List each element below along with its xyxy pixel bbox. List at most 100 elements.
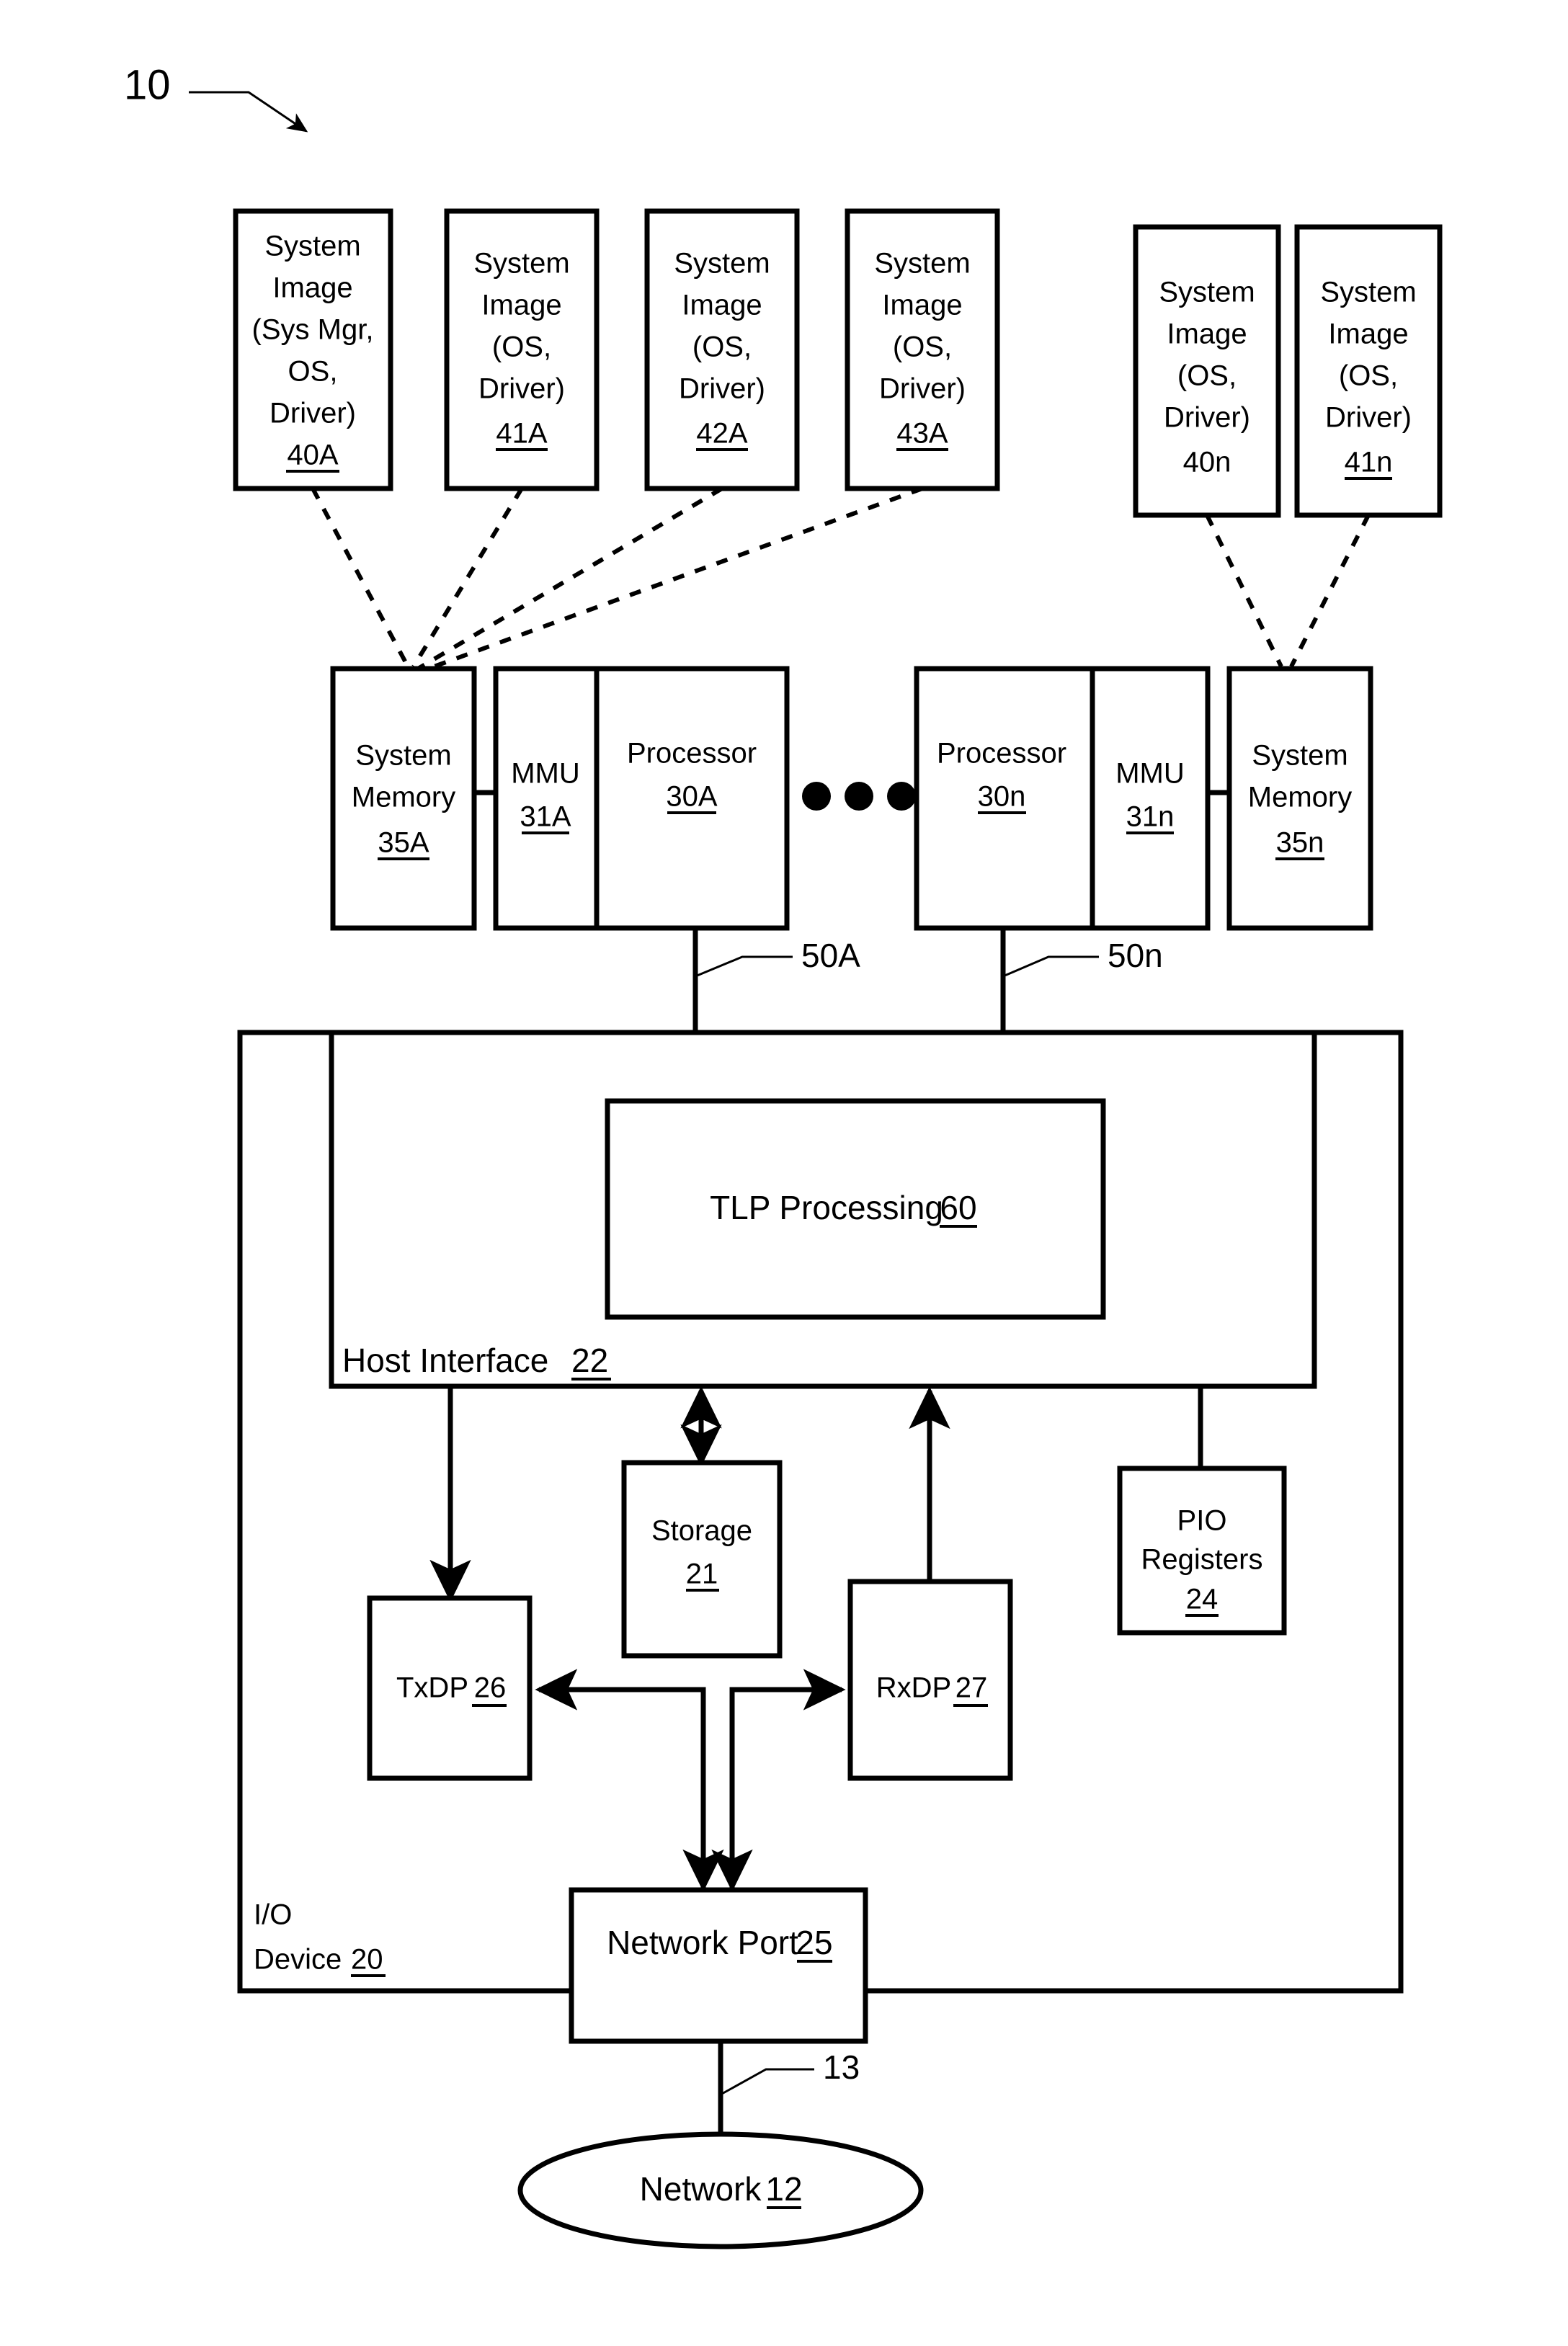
io-device-ref: 20 xyxy=(351,1944,383,1976)
system-memory-35A-line1: System xyxy=(355,740,451,772)
ellipsis-dot-3 xyxy=(887,782,916,811)
tlp-processing-ref: 60 xyxy=(940,1189,976,1226)
system-image-mapping-lines-right xyxy=(1205,514,1371,668)
system-image-43A-ref: 43A xyxy=(896,418,948,450)
ellipsis-dot-2 xyxy=(845,782,873,811)
system-image-40A-line5: Driver) xyxy=(270,398,356,429)
bus-50n-leader xyxy=(1002,955,1099,978)
pio-registers-box[interactable]: PIO Registers 24 xyxy=(1117,1466,1287,1636)
system-image-40A-ref: 40A xyxy=(287,440,338,471)
system-image-42A-line3: (OS, xyxy=(692,331,752,363)
system-image-40n-line3: (OS, xyxy=(1177,360,1237,392)
system-image-box-43A[interactable]: System Image (OS, Driver) 43A xyxy=(845,208,1000,491)
storage-ref: 21 xyxy=(686,1558,718,1590)
bus-50A-group: 50A xyxy=(692,928,860,1032)
system-image-40n-line2: Image xyxy=(1167,318,1247,350)
system-image-box-41A[interactable]: System Image (OS, Driver) 41A xyxy=(444,208,600,491)
system-image-43A-line1: System xyxy=(874,248,970,280)
system-image-43A-line4: Driver) xyxy=(879,373,966,405)
rxdp-box[interactable]: RxDP 27 xyxy=(847,1579,1013,1781)
network-label: Network xyxy=(640,2170,762,2208)
io-device-label-line2: Device xyxy=(254,1944,342,1976)
mmu-31A-ref: 31A xyxy=(520,801,571,833)
system-image-box-40A[interactable]: System Image (Sys Mgr, OS, Driver) 40A xyxy=(233,208,393,491)
system-image-41A-line2: Image xyxy=(481,290,561,321)
rxdp-label: RxDP xyxy=(876,1672,951,1704)
bus-50n-group: 50n xyxy=(1000,928,1163,1032)
txdp-ref: 26 xyxy=(474,1672,507,1704)
system-image-40A-line3: (Sys Mgr, xyxy=(252,314,374,346)
network-port-label: Network Port xyxy=(607,1924,798,1961)
system-image-41n-ref: 41n xyxy=(1345,447,1393,478)
processor-ellipsis-icon xyxy=(802,782,916,811)
txdp-label: TxDP xyxy=(396,1672,468,1704)
storage-label: Storage xyxy=(651,1515,752,1547)
system-image-42A-line1: System xyxy=(674,248,770,280)
system-image-41A-ref: 41A xyxy=(496,418,547,450)
mmu-31A-label: MMU xyxy=(511,758,580,790)
system-image-41n-line2: Image xyxy=(1328,318,1408,350)
processor-30n-ref: 30n xyxy=(978,781,1026,813)
system-image-40A-line2: Image xyxy=(272,272,352,304)
bus-50n-label: 50n xyxy=(1108,937,1163,974)
dashed-link-40n-to-mem35n xyxy=(1205,514,1283,668)
system-image-40A-line4: OS, xyxy=(288,356,338,388)
system-image-box-41n[interactable]: System Image (OS, Driver) 41n xyxy=(1294,224,1443,518)
network-ref: 12 xyxy=(765,2170,802,2208)
processor-unit-A[interactable]: MMU 31A Processor 30A xyxy=(493,666,790,931)
network-link-13-group: 13 xyxy=(718,2041,860,2135)
system-image-40n-line4: Driver) xyxy=(1164,402,1250,434)
ellipsis-dot-1 xyxy=(802,782,831,811)
system-image-41n-line3: (OS, xyxy=(1339,360,1398,392)
pio-registers-line2: Registers xyxy=(1141,1544,1263,1576)
tlp-processing-box[interactable]: TLP Processing 60 xyxy=(605,1098,1106,1320)
mmu-31n-label: MMU xyxy=(1115,758,1185,790)
processor-30n-label: Processor xyxy=(937,738,1066,770)
system-image-42A-ref: 42A xyxy=(696,418,747,450)
processor-unit-A-rect xyxy=(493,666,790,931)
system-memory-35A[interactable]: System Memory 35A xyxy=(330,666,477,931)
network-cloud[interactable]: Network 12 xyxy=(517,2131,924,2249)
system-image-42A-line4: Driver) xyxy=(679,373,765,405)
system-image-42A-line2: Image xyxy=(682,290,762,321)
figure-ref-10-group: 10 xyxy=(124,61,308,133)
processor-30A-label: Processor xyxy=(627,738,757,770)
processor-unit-N[interactable]: Processor 30n MMU 31n xyxy=(914,666,1211,931)
txdp-box[interactable]: TxDP 26 xyxy=(367,1595,533,1781)
network-port-ref: 25 xyxy=(796,1924,832,1961)
processor-30A-ref: 30A xyxy=(666,781,717,813)
system-image-41A-line4: Driver) xyxy=(478,373,565,405)
system-image-41n-line1: System xyxy=(1320,277,1416,308)
storage-box[interactable]: Storage 21 xyxy=(621,1460,783,1659)
dashed-link-40A-to-mem35A xyxy=(311,487,410,668)
system-image-box-40n[interactable]: System Image (OS, Driver) 40n xyxy=(1133,224,1281,518)
system-memory-35n[interactable]: System Memory 35n xyxy=(1226,666,1373,931)
system-image-43A-line3: (OS, xyxy=(893,331,952,363)
bus-50A-label: 50A xyxy=(801,937,860,974)
system-image-box-42A[interactable]: System Image (OS, Driver) 42A xyxy=(644,208,800,491)
system-image-40n-line1: System xyxy=(1159,277,1255,308)
system-memory-35n-line1: System xyxy=(1252,740,1348,772)
system-image-mapping-lines-left xyxy=(311,486,924,673)
tlp-processing-label: TLP Processing xyxy=(710,1189,943,1226)
host-interface-ref: 22 xyxy=(571,1342,608,1379)
system-image-41A-line1: System xyxy=(473,248,569,280)
network-port-rect xyxy=(569,1887,868,2044)
network-link-13-label: 13 xyxy=(823,2048,860,2086)
network-link-13-leader xyxy=(720,2068,814,2096)
system-image-41A-line3: (OS, xyxy=(492,331,551,363)
bus-50A-leader xyxy=(695,955,793,978)
host-interface-label: Host Interface xyxy=(342,1342,548,1379)
system-image-43A-line2: Image xyxy=(882,290,962,321)
system-memory-35n-ref: 35n xyxy=(1276,827,1324,859)
system-memory-35A-ref: 35A xyxy=(378,827,429,859)
system-memory-35n-line2: Memory xyxy=(1248,782,1352,813)
figure-svg: 10 System Image (Sys Mgr, OS, Driver) 40… xyxy=(124,61,1443,2249)
system-image-40n-ref: 40n xyxy=(1183,447,1231,478)
system-image-41n-line4: Driver) xyxy=(1325,402,1412,434)
pio-registers-line1: PIO xyxy=(1177,1505,1227,1537)
rxdp-ref: 27 xyxy=(956,1672,988,1704)
system-memory-35A-line2: Memory xyxy=(352,782,455,813)
network-port-box[interactable]: Network Port 25 xyxy=(569,1887,868,2044)
patent-figure-canvas: 10 System Image (Sys Mgr, OS, Driver) 40… xyxy=(0,0,1568,2346)
